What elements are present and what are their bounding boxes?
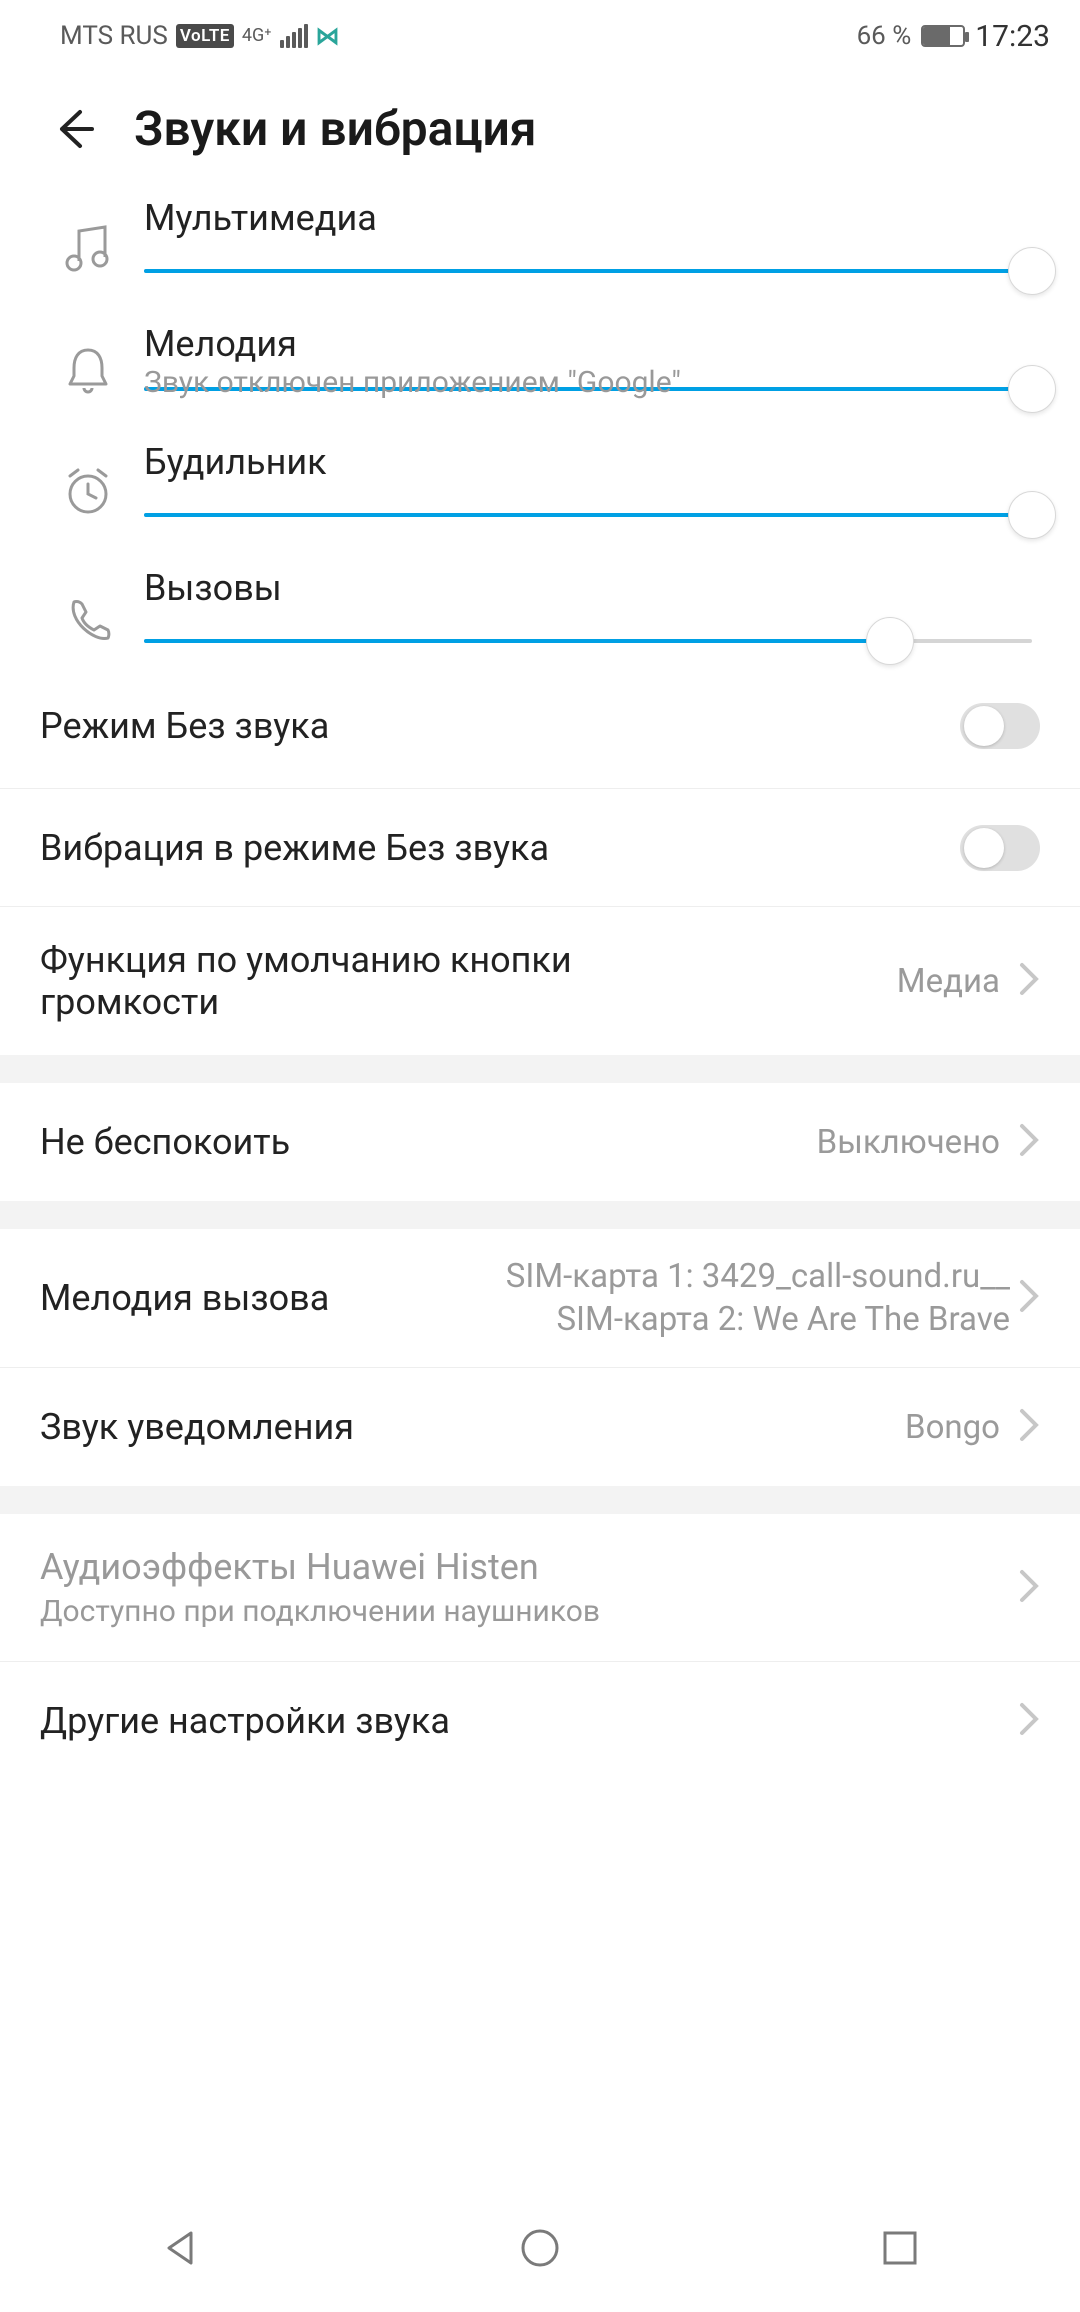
ringtone-volume-label: Мелодия: [144, 323, 1032, 365]
media-volume-slider[interactable]: [144, 269, 1032, 273]
phone-icon: [40, 594, 136, 642]
link-icon: ⋈: [316, 22, 340, 50]
histen-row[interactable]: Аудиоэффекты Huawei Histen Доступно при …: [0, 1514, 1080, 1662]
volume-key-function-row[interactable]: Функция по умолчанию кнопки громкости Ме…: [0, 907, 1080, 1055]
circle-home-icon: [519, 2227, 561, 2269]
signal-icon: [280, 24, 308, 48]
vibrate-silent-row[interactable]: Вибрация в режиме Без звука: [0, 789, 1080, 907]
section-divider: [0, 1486, 1080, 1514]
silent-mode-switch[interactable]: [960, 703, 1040, 749]
calls-volume-label: Вызовы: [144, 567, 1032, 609]
vibrate-silent-switch[interactable]: [960, 825, 1040, 871]
alarm-clock-icon: [40, 466, 136, 518]
media-volume-row: Мультимедиа: [40, 197, 1032, 281]
page-title: Звуки и вибрация: [134, 100, 537, 157]
histen-label: Аудиоэффекты Huawei Histen: [40, 1546, 600, 1588]
chevron-right-icon: [1018, 1701, 1040, 1741]
ringtone-muted-hint: Звук отключен приложением "Google": [144, 365, 681, 400]
nav-back-button[interactable]: [153, 2221, 207, 2275]
alarm-volume-slider[interactable]: [144, 513, 1032, 517]
navigation-bar: [0, 2184, 1080, 2312]
network-type: 4G⁺: [242, 27, 272, 45]
notification-sound-row[interactable]: Звук уведомления Bongo: [0, 1368, 1080, 1486]
notification-sound-value: Bongo: [905, 1408, 1000, 1447]
call-ringtone-row[interactable]: Мелодия вызова SIM-карта 1: 3429_call-so…: [0, 1229, 1080, 1368]
battery-icon: [921, 25, 965, 47]
alarm-volume-label: Будильник: [144, 441, 1032, 483]
alarm-volume-row: Будильник: [40, 441, 1032, 525]
carrier-text: MTS RUS: [60, 21, 168, 51]
chevron-right-icon: [1018, 961, 1040, 1001]
section-divider: [0, 1055, 1080, 1083]
bell-icon: [40, 344, 136, 396]
call-ringtone-label: Мелодия вызова: [40, 1277, 506, 1319]
other-sounds-row[interactable]: Другие настройки звука: [0, 1662, 1080, 1780]
call-ringtone-sim2: SIM-карта 2: We Are The Brave: [556, 1300, 1010, 1339]
dnd-label: Не беспокоить: [40, 1121, 817, 1163]
settings-group-1: Режим Без звука Вибрация в режиме Без зв…: [0, 671, 1080, 1055]
silent-mode-row[interactable]: Режим Без звука: [0, 671, 1080, 789]
volume-sliders: Мультимедиа Мелодия Звук отключен прилож…: [0, 197, 1080, 651]
square-recent-icon: [881, 2229, 919, 2267]
calls-volume-slider[interactable]: [144, 639, 1032, 643]
call-ringtone-sim1: SIM-карта 1: 3429_call-sound.ru__: [506, 1257, 1010, 1296]
chevron-right-icon: [1018, 1122, 1040, 1162]
clock-text: 17:23: [975, 19, 1050, 54]
battery-percent: 66 %: [857, 21, 912, 51]
calls-volume-row: Вызовы: [40, 567, 1032, 651]
chevron-right-icon: [1018, 1278, 1040, 1318]
dnd-row[interactable]: Не беспокоить Выключено: [0, 1083, 1080, 1201]
other-sounds-label: Другие настройки звука: [40, 1700, 1018, 1742]
triangle-back-icon: [159, 2227, 201, 2269]
dnd-value: Выключено: [817, 1123, 1000, 1162]
page-header: Звуки и вибрация: [0, 72, 1080, 197]
vibrate-silent-label: Вибрация в режиме Без звука: [40, 827, 960, 869]
nav-recent-button[interactable]: [873, 2221, 927, 2275]
volume-key-function-label: Функция по умолчанию кнопки громкости: [40, 939, 620, 1023]
arrow-left-icon: [52, 106, 98, 152]
nav-home-button[interactable]: [513, 2221, 567, 2275]
section-divider: [0, 1201, 1080, 1229]
chevron-right-icon: [1018, 1407, 1040, 1447]
media-volume-label: Мультимедиа: [144, 197, 1032, 239]
status-bar: MTS RUS VoLTE 4G⁺ ⋈ 66 % 17:23: [0, 0, 1080, 72]
volume-key-function-value: Медиа: [897, 962, 1000, 1001]
histen-sub: Доступно при подключении наушников: [40, 1594, 600, 1629]
chevron-right-icon: [1018, 1568, 1040, 1608]
ringtone-volume-row: Мелодия Звук отключен приложением "Googl…: [40, 323, 1032, 399]
music-note-icon: [40, 221, 136, 275]
notification-sound-label: Звук уведомления: [40, 1406, 905, 1448]
volte-badge: VoLTE: [176, 24, 234, 48]
silent-mode-label: Режим Без звука: [40, 705, 960, 747]
back-button[interactable]: [48, 102, 102, 156]
